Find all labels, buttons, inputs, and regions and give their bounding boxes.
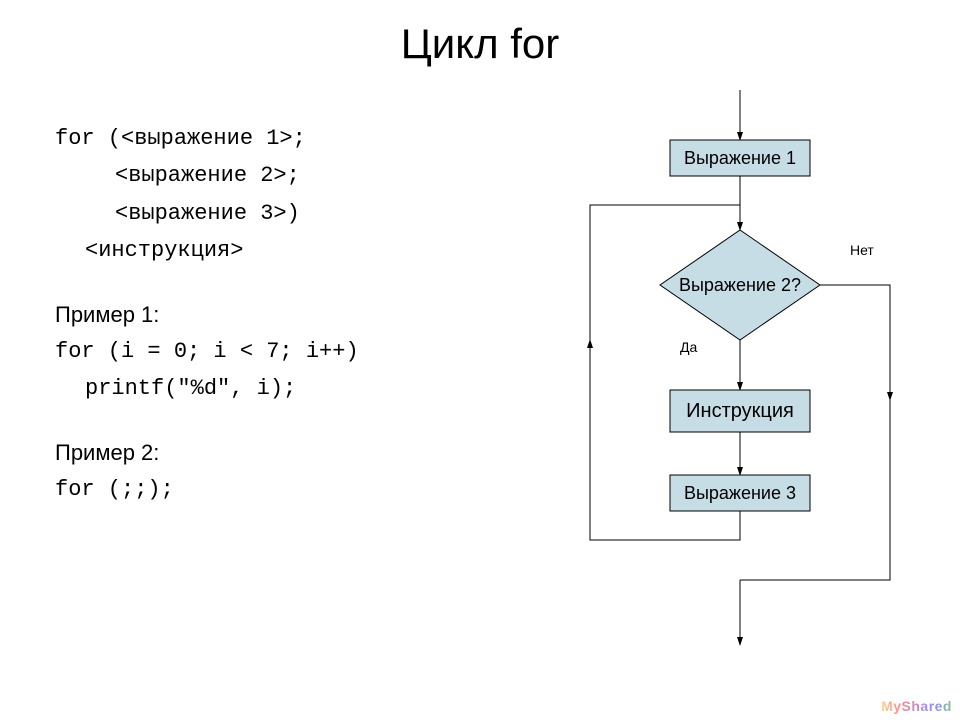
example-1-label: Пример 1: xyxy=(55,296,485,333)
code-block: for (<выражение 1>; <выражение 2>; <выра… xyxy=(55,120,485,509)
syntax-line-4: <инструкция> xyxy=(85,232,485,269)
syntax-line-2: <выражение 2>; xyxy=(115,157,485,194)
flowchart: Выражение 1 Выражение 2? Да Нет Инструкц… xyxy=(530,90,950,670)
flow-box-expr3-label: Выражение 3 xyxy=(684,483,796,503)
syntax-line-3: <выражение 3>) xyxy=(115,195,485,232)
flow-yes-label: Да xyxy=(680,339,697,355)
watermark: MyShared xyxy=(881,698,952,714)
example-1-line-1: for (i = 0; i < 7; i++) xyxy=(55,333,485,370)
syntax-line-1: for (<выражение 1>; xyxy=(55,120,485,157)
example-2-label: Пример 2: xyxy=(55,434,485,471)
flow-box-expr1-label: Выражение 1 xyxy=(684,148,796,168)
example-2-line-1: for (;;); xyxy=(55,471,485,508)
flow-no-label: Нет xyxy=(850,242,874,258)
flow-diamond-label: Выражение 2? xyxy=(679,275,801,295)
example-1-line-2: printf("%d", i); xyxy=(85,370,485,407)
flow-box-instruction-label: Инструкция xyxy=(686,400,794,422)
slide-title: Цикл for xyxy=(0,20,960,68)
